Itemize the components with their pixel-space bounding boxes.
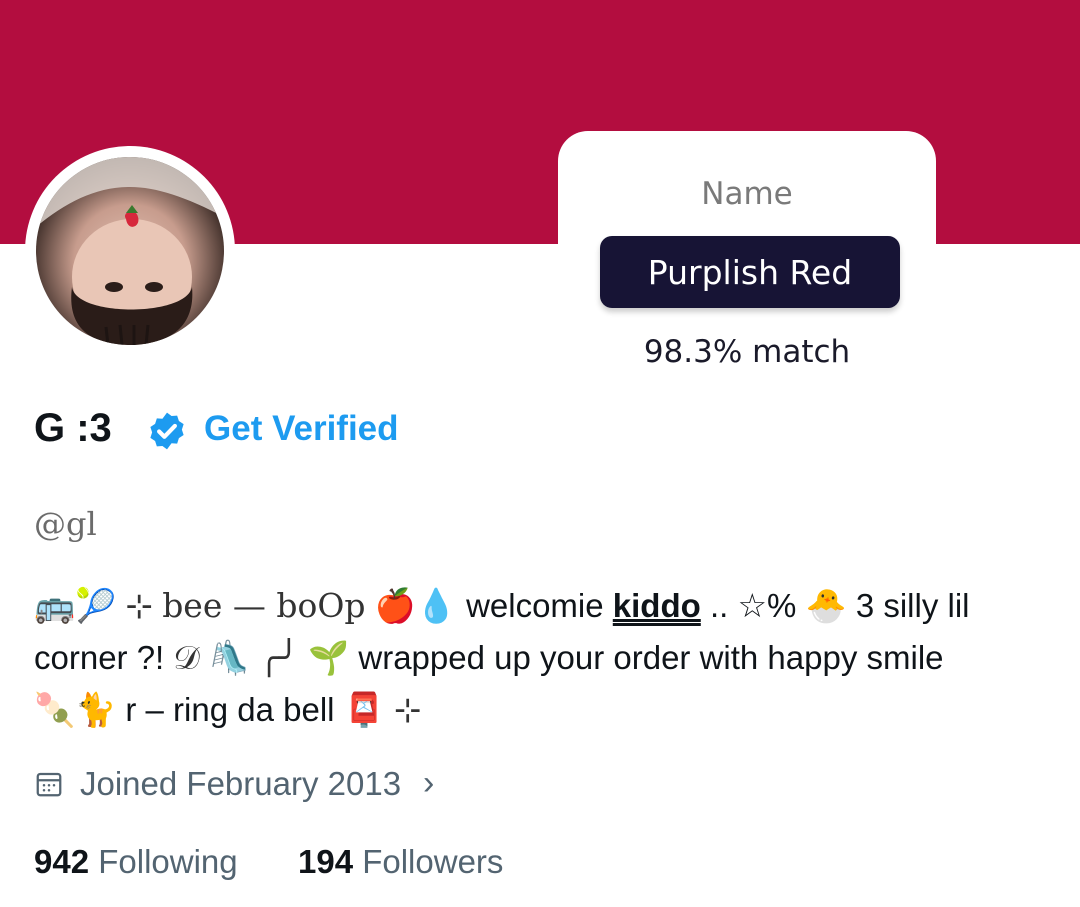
- followers-link[interactable]: 194 Followers: [298, 843, 503, 880]
- bio-ornament: 𝒟: [173, 638, 200, 677]
- bio-text: corner ?!: [34, 639, 165, 676]
- profile-page: Name Purplish Red 98.3% match G :3 Get V…: [0, 0, 1080, 907]
- bio-text: wrapped up your order with happy smile: [358, 639, 944, 676]
- apple-droplet-emoji: 🍎💧: [374, 586, 457, 625]
- followers-count: 194: [297, 843, 354, 880]
- chevron-right-icon[interactable]: ›: [423, 764, 434, 803]
- following-link[interactable]: 942 Following: [34, 843, 247, 880]
- dango-cat-emoji: 🍡🐈: [34, 690, 117, 729]
- color-name-chip[interactable]: Purplish Red: [600, 236, 900, 308]
- hatching-chick-emoji: 🐣: [805, 586, 847, 625]
- slide-emoji: 🛝: [208, 638, 251, 677]
- profile-bio: 🚌🎾 ⊹ bee — boOp 🍎💧 welcomie kiddo .. ☆% …: [34, 580, 1054, 736]
- bio-line-2: corner ?! 𝒟 🛝 ╭╯ 🌱 wrapped up your order…: [34, 632, 1054, 684]
- following-label: Following: [98, 843, 238, 880]
- follow-stats: 942 Following 194 Followers: [34, 843, 503, 881]
- bio-line-3: 🍡🐈 r – ring da bell 📮 ⊹: [34, 684, 1054, 736]
- sparkle-ornament: ⊹: [393, 690, 422, 729]
- bio-emphasis: kiddo: [612, 587, 701, 624]
- bio-line-1: 🚌🎾 ⊹ bee — boOp 🍎💧 welcomie kiddo .. ☆% …: [34, 580, 1054, 632]
- bio-text: 3 silly lil: [855, 587, 970, 624]
- bio-ornament: ╭╯: [259, 638, 299, 677]
- seedling-emoji: 🌱: [308, 638, 350, 677]
- bio-styled-text: bee — boOp: [162, 586, 366, 625]
- get-verified-link[interactable]: Get Verified: [204, 409, 399, 449]
- color-name-label: Name: [701, 176, 793, 212]
- bio-text: welcomie: [466, 587, 604, 624]
- bio-text: r – ring da bell: [125, 691, 335, 728]
- verified-badge-icon[interactable]: [146, 410, 188, 452]
- color-match-percentage: 98.3% match: [643, 334, 851, 370]
- followers-label: Followers: [362, 843, 504, 880]
- display-name: G :3: [34, 406, 112, 450]
- following-count: 942: [34, 843, 90, 880]
- postbox-emoji: 📮: [343, 690, 385, 729]
- sparkle-ornament: ⊹: [125, 586, 154, 625]
- bio-text: .. ☆%: [709, 587, 797, 624]
- avatar-photo-icon: [36, 157, 224, 345]
- bus-tennis-emoji: 🚌🎾: [34, 586, 117, 625]
- joined-date-row[interactable]: Joined February 2013 ›: [34, 764, 434, 803]
- profile-handle: @gl: [34, 505, 97, 543]
- joined-date-text: Joined February 2013: [80, 764, 402, 802]
- avatar[interactable]: [36, 157, 224, 345]
- calendar-icon: [36, 772, 62, 796]
